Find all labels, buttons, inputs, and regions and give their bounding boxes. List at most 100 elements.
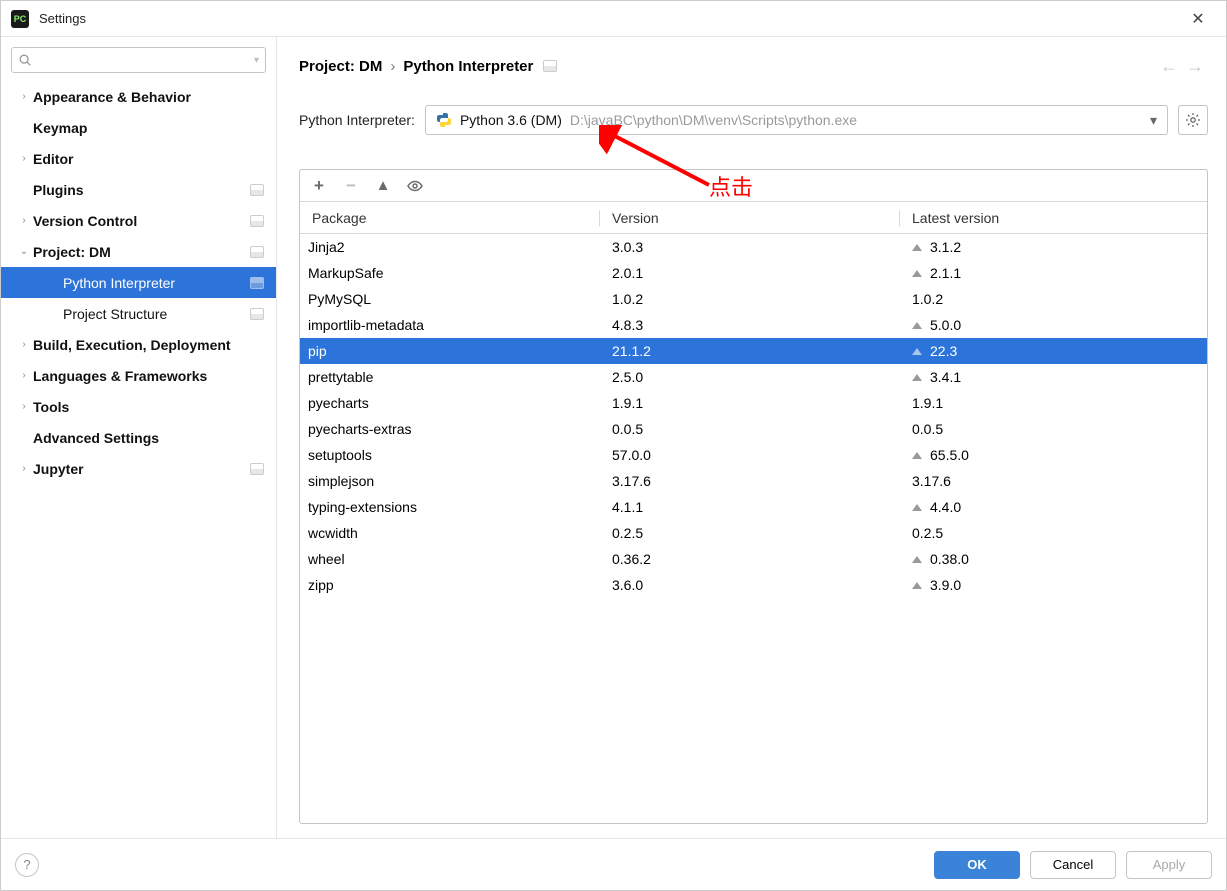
show-early-releases-button[interactable] [406, 177, 424, 195]
package-version: 2.5.0 [600, 369, 900, 385]
sidebar-item-label: Advanced Settings [33, 430, 276, 446]
settings-tree: ›Appearance & Behavior›Keymap›Editor›Plu… [1, 81, 276, 838]
chevron-down-icon[interactable]: ⌄ [19, 246, 29, 257]
sidebar-item-label: Jupyter [33, 461, 250, 477]
sidebar-item[interactable]: ›Advanced Settings [1, 422, 276, 453]
nav-back-icon[interactable]: ← [1156, 56, 1182, 77]
table-row[interactable]: importlib-metadata4.8.35.0.0 [300, 312, 1207, 338]
package-version: 2.0.1 [600, 265, 900, 281]
table-row[interactable]: setuptools57.0.065.5.0 [300, 442, 1207, 468]
package-table-header: Package Version Latest version [300, 202, 1207, 234]
package-name: setuptools [300, 447, 600, 463]
sidebar-item[interactable]: ›Editor [1, 143, 276, 174]
sidebar-item[interactable]: ›Plugins [1, 174, 276, 205]
sidebar-item-label: Python Interpreter [63, 275, 250, 291]
interpreter-dropdown[interactable]: Python 3.6 (DM) D:\javaBC\python\DM\venv… [425, 105, 1168, 135]
module-badge-icon [250, 184, 264, 196]
search-input[interactable]: ▾ [11, 47, 266, 73]
package-latest: 1.0.2 [900, 291, 1207, 307]
sidebar-item[interactable]: ›Keymap [1, 112, 276, 143]
remove-package-button[interactable]: − [342, 177, 360, 195]
table-row[interactable]: pyecharts1.9.11.9.1 [300, 390, 1207, 416]
package-version: 3.17.6 [600, 473, 900, 489]
breadcrumb-root[interactable]: Project: DM [299, 58, 382, 75]
sidebar-item-label: Build, Execution, Deployment [33, 337, 276, 353]
table-row[interactable]: simplejson3.17.63.17.6 [300, 468, 1207, 494]
package-version: 57.0.0 [600, 447, 900, 463]
table-row[interactable]: MarkupSafe2.0.12.1.1 [300, 260, 1207, 286]
package-name: zipp [300, 577, 600, 593]
sidebar-item[interactable]: ›Python Interpreter [1, 267, 276, 298]
package-version: 1.9.1 [600, 395, 900, 411]
package-name: pip [300, 343, 600, 359]
package-panel: + − ▲ Package Version Latest version Jin… [299, 169, 1208, 824]
table-row[interactable]: pip21.1.222.3 [300, 338, 1207, 364]
sidebar-item[interactable]: ›Appearance & Behavior [1, 81, 276, 112]
sidebar-item[interactable]: › Build, Execution, Deployment [1, 329, 276, 360]
sidebar-item-label: Keymap [33, 120, 276, 136]
sidebar-item-label: Project Structure [63, 306, 250, 322]
package-name: wheel [300, 551, 600, 567]
upgrade-available-icon [912, 452, 922, 459]
sidebar-item[interactable]: ⌄Project: DM [1, 236, 276, 267]
sidebar-item-label: Languages & Frameworks [33, 368, 276, 384]
chevron-right-icon[interactable]: › [19, 463, 29, 474]
breadcrumb: Project: DM › Python Interpreter ← → [299, 51, 1208, 81]
chevron-down-icon: ▾ [1150, 112, 1157, 129]
column-header-package[interactable]: Package [300, 210, 600, 226]
interpreter-path: D:\javaBC\python\DM\venv\Scripts\python.… [570, 112, 1142, 128]
table-row[interactable]: zipp3.6.03.9.0 [300, 572, 1207, 598]
upgrade-available-icon [912, 504, 922, 511]
close-icon[interactable]: ✕ [1180, 9, 1216, 29]
package-latest: 3.17.6 [900, 473, 1207, 489]
package-name: pyecharts [300, 395, 600, 411]
table-row[interactable]: typing-extensions4.1.14.4.0 [300, 494, 1207, 520]
package-version: 0.2.5 [600, 525, 900, 541]
help-button[interactable]: ? [15, 853, 39, 877]
table-row[interactable]: wheel0.36.20.38.0 [300, 546, 1207, 572]
chevron-right-icon[interactable]: › [19, 401, 29, 412]
chevron-right-icon[interactable]: › [19, 339, 29, 350]
chevron-right-icon[interactable]: › [19, 370, 29, 381]
upgrade-package-button[interactable]: ▲ [374, 177, 392, 195]
sidebar-item-label: Plugins [33, 182, 250, 198]
package-latest: 4.4.0 [900, 499, 1207, 515]
table-row[interactable]: pyecharts-extras0.0.50.0.5 [300, 416, 1207, 442]
sidebar-item[interactable]: › Version Control [1, 205, 276, 236]
package-latest: 3.4.1 [900, 369, 1207, 385]
package-table-body: Jinja23.0.33.1.2MarkupSafe2.0.12.1.1PyMy… [300, 234, 1207, 823]
cancel-button[interactable]: Cancel [1030, 851, 1116, 879]
package-version: 1.0.2 [600, 291, 900, 307]
column-header-latest[interactable]: Latest version [900, 210, 1207, 226]
table-row[interactable]: wcwidth0.2.50.2.5 [300, 520, 1207, 546]
table-row[interactable]: prettytable2.5.03.4.1 [300, 364, 1207, 390]
package-name: simplejson [300, 473, 600, 489]
chevron-right-icon[interactable]: › [19, 215, 29, 226]
module-badge-icon [250, 246, 264, 258]
add-package-button[interactable]: + [310, 177, 328, 195]
table-row[interactable]: PyMySQL1.0.21.0.2 [300, 286, 1207, 312]
sidebar-item[interactable]: ›Project Structure [1, 298, 276, 329]
nav-forward-icon[interactable]: → [1182, 56, 1208, 77]
sidebar-item[interactable]: ›Tools [1, 391, 276, 422]
module-badge-icon [543, 60, 557, 72]
interpreter-settings-button[interactable] [1178, 105, 1208, 135]
package-version: 3.6.0 [600, 577, 900, 593]
upgrade-available-icon [912, 374, 922, 381]
module-badge-icon [250, 463, 264, 475]
chevron-right-icon[interactable]: › [19, 153, 29, 164]
content-pane: Project: DM › Python Interpreter ← → Pyt… [277, 37, 1226, 838]
column-header-version[interactable]: Version [600, 210, 900, 226]
ok-button[interactable]: OK [934, 851, 1020, 879]
package-version: 4.8.3 [600, 317, 900, 333]
apply-button[interactable]: Apply [1126, 851, 1212, 879]
window-title: Settings [39, 11, 1180, 26]
package-version: 3.0.3 [600, 239, 900, 255]
sidebar-item-label: Version Control [33, 213, 250, 229]
sidebar-item[interactable]: › Languages & Frameworks [1, 360, 276, 391]
table-row[interactable]: Jinja23.0.33.1.2 [300, 234, 1207, 260]
package-version: 4.1.1 [600, 499, 900, 515]
sidebar-item[interactable]: › Jupyter [1, 453, 276, 484]
chevron-right-icon[interactable]: › [19, 91, 29, 102]
app-icon: PC [11, 10, 29, 28]
